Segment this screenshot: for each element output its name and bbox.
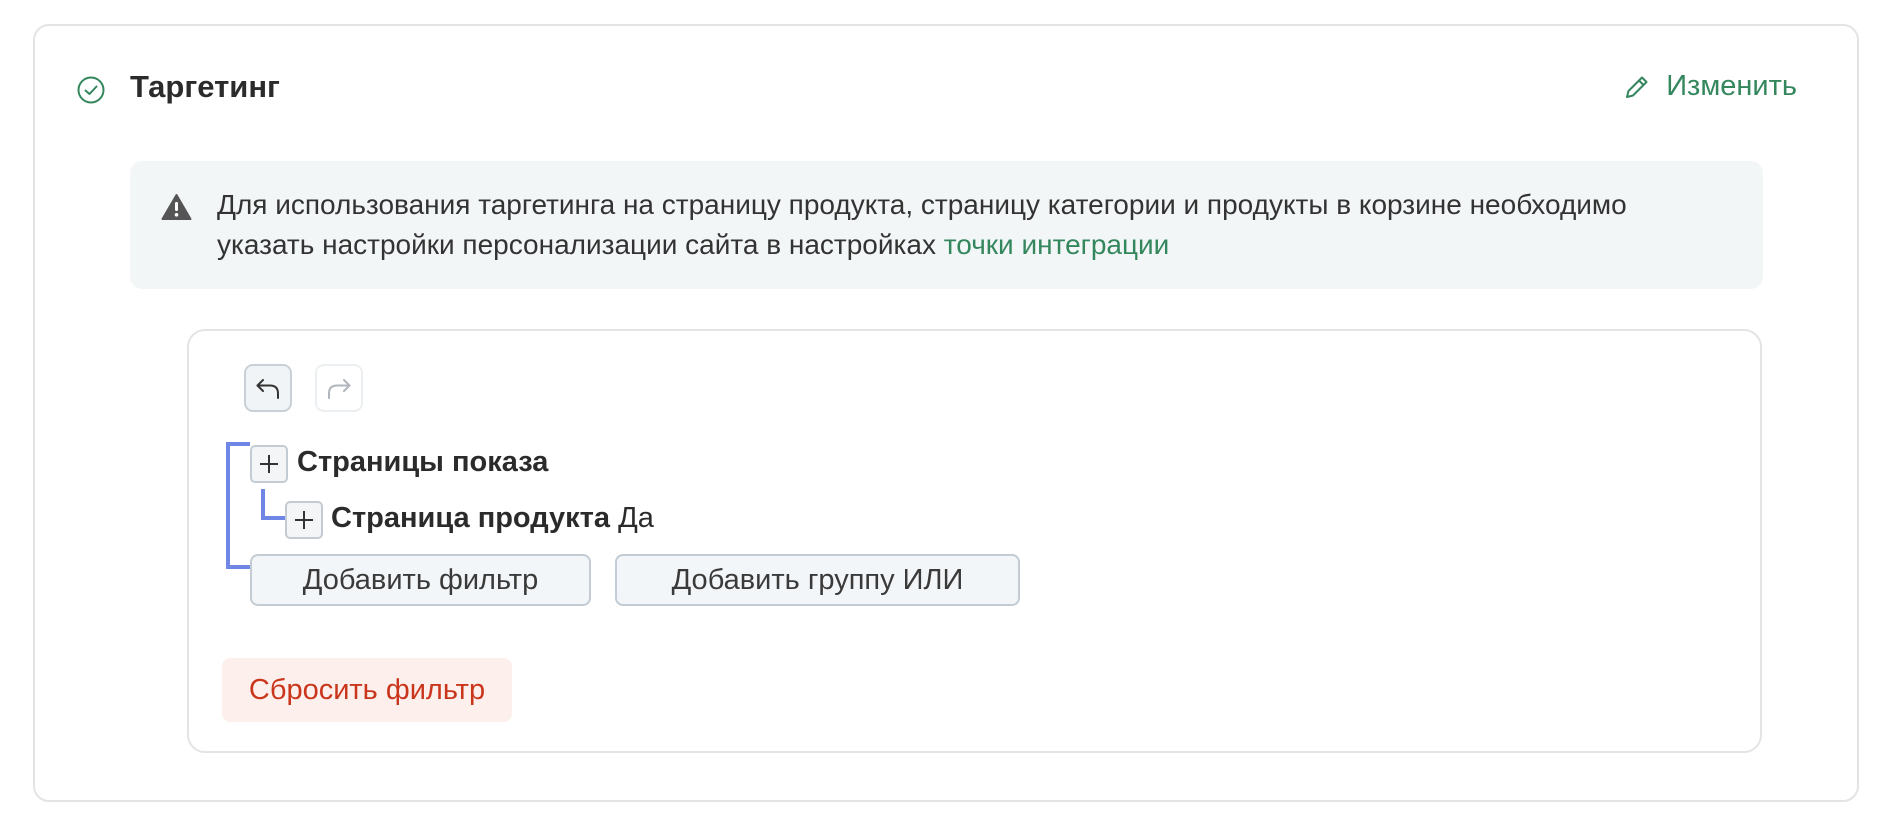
- targeting-card: Таргетинг Изменить Для использования тар…: [33, 24, 1859, 802]
- tree-line-top: [226, 442, 250, 446]
- group-label: Страницы показа: [297, 446, 549, 478]
- group-add-button[interactable]: [250, 445, 288, 483]
- child-filter-label: Страница продукта Да: [331, 502, 654, 535]
- redo-button[interactable]: [315, 364, 363, 412]
- child-add-button[interactable]: [285, 501, 323, 539]
- tree-line-bottom: [226, 565, 250, 569]
- child-filter-name: Страница продукта: [331, 502, 610, 534]
- edit-button-label: Изменить: [1666, 70, 1797, 102]
- filter-panel: Страницы показа Страница продукта Да Доб…: [187, 329, 1762, 753]
- add-filter-button[interactable]: Добавить фильтр: [250, 554, 591, 606]
- plus-icon: [260, 455, 278, 473]
- section-title: Таргетинг: [130, 69, 280, 104]
- plus-icon: [295, 511, 313, 529]
- undo-icon: [256, 379, 279, 399]
- tree-line-main-vertical: [226, 442, 230, 569]
- undo-button[interactable]: [244, 364, 292, 412]
- edit-button[interactable]: Изменить: [1622, 70, 1797, 103]
- alert-text: Для использования таргетинга на страницу…: [217, 185, 1727, 265]
- warning-icon: [161, 194, 192, 220]
- child-filter-value: Да: [618, 502, 654, 534]
- reset-filter-button[interactable]: Сбросить фильтр: [222, 658, 512, 722]
- tree-line-child-horizontal: [261, 516, 285, 520]
- info-alert: Для использования таргетинга на страницу…: [130, 161, 1763, 289]
- alert-message: Для использования таргетинга на страницу…: [217, 189, 1627, 260]
- pencil-icon: [1626, 76, 1648, 98]
- check-circle-icon: [77, 76, 105, 104]
- integration-point-link[interactable]: точки интеграции: [944, 229, 1170, 260]
- add-or-group-button[interactable]: Добавить группу ИЛИ: [615, 554, 1020, 606]
- redo-icon: [328, 379, 351, 399]
